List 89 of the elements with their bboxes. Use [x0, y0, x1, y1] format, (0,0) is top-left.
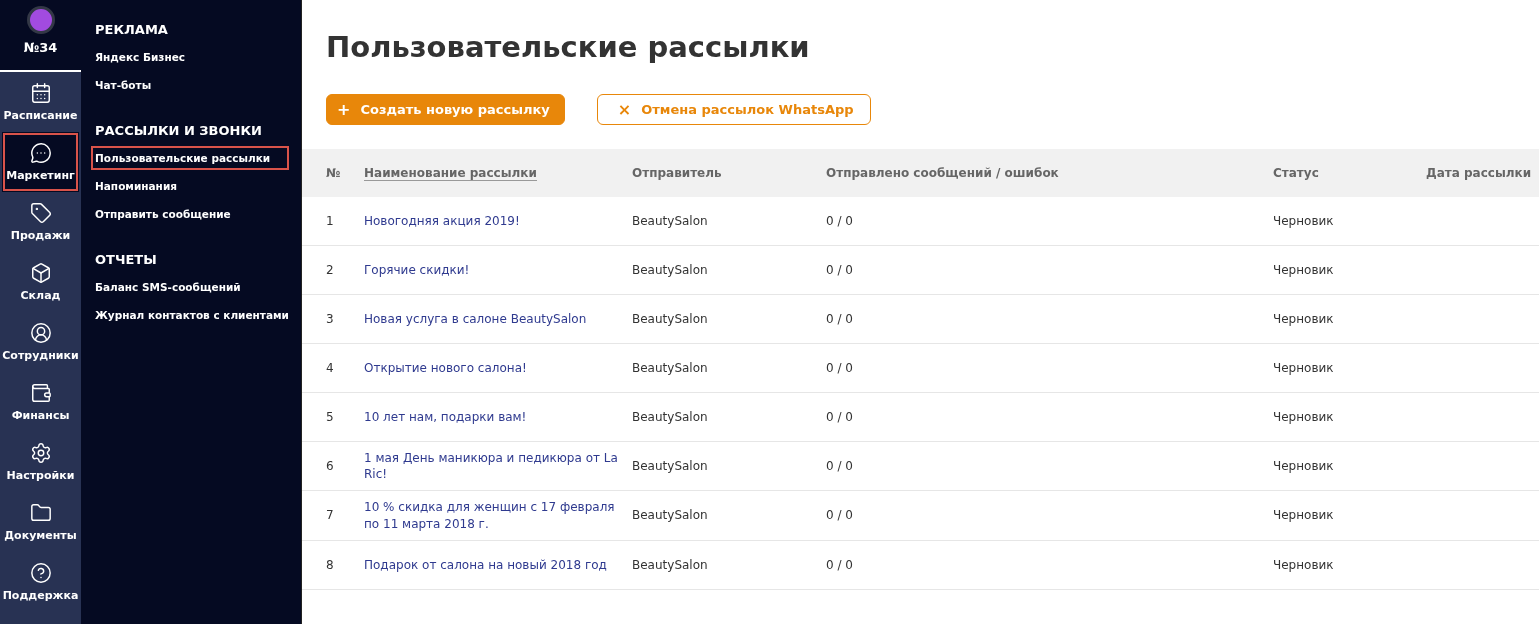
nav-label: Финансы — [11, 409, 70, 422]
row-number: 5 — [302, 393, 364, 442]
wallet-icon — [29, 382, 52, 404]
sender-cell: BeautySalon — [632, 442, 826, 492]
row-number: 1 — [302, 197, 364, 246]
row-number: 7 — [302, 491, 364, 541]
avatar[interactable] — [26, 6, 55, 34]
nav-label: Склад — [20, 289, 61, 302]
nav-label: Поддержка — [2, 589, 79, 602]
nav-label: Продажи — [10, 229, 71, 242]
column-label[interactable]: Наименование рассылки — [364, 165, 537, 181]
status-cell: Черновик — [1273, 393, 1426, 442]
sent-count-cell: 0 / 0 — [826, 295, 1273, 344]
sent-count-cell: 0 / 0 — [826, 491, 1273, 541]
sender-cell: BeautySalon — [632, 295, 826, 344]
chat-bubble-icon — [29, 142, 52, 164]
account-number: №34 — [23, 40, 58, 55]
mailing-link[interactable]: Подарок от салона на новый 2018 год — [364, 556, 607, 573]
status-cell: Черновик — [1273, 344, 1426, 393]
submenu-link[interactable]: Чат-боты — [91, 73, 289, 97]
nav-item[interactable]: Маркетинг — [2, 132, 79, 192]
nav-label: Маркетинг — [6, 169, 75, 182]
row-number: 8 — [302, 540, 364, 590]
sent-count-cell: 0 / 0 — [826, 197, 1273, 246]
submenu-link[interactable]: Пользовательские рассылки — [91, 146, 289, 170]
mailing-link[interactable]: Открытие нового салона! — [364, 359, 527, 377]
mailing-link[interactable]: 1 мая День маникюра и педикюра от La Ric! — [364, 450, 626, 483]
sent-count-cell: 0 / 0 — [826, 393, 1273, 442]
help-icon — [29, 562, 52, 584]
column-label: № — [326, 166, 341, 180]
submenu-link[interactable]: Отправить сообщение — [91, 202, 289, 226]
mailing-link[interactable]: Новогодняя акция 2019! — [364, 212, 520, 230]
row-number: 3 — [302, 295, 364, 344]
status-cell: Черновик — [1273, 246, 1426, 295]
column-header[interactable]: Наименование рассылки — [364, 149, 632, 197]
sent-count-cell: 0 / 0 — [826, 246, 1273, 295]
sent-count-cell: 0 / 0 — [826, 540, 1273, 590]
plus-icon: + — [337, 100, 351, 119]
section-title: РАССЫЛКИ И ЗВОНКИ — [95, 123, 263, 138]
folder-icon — [29, 502, 52, 524]
nav-item[interactable]: Настройки — [0, 432, 81, 492]
column-label: Статус — [1273, 166, 1319, 180]
submenu-link[interactable]: Яндекс Бизнес — [91, 45, 289, 69]
sender-cell: BeautySalon — [632, 393, 826, 442]
submenu-link[interactable]: Напоминания — [91, 174, 289, 198]
calendar-icon — [29, 82, 52, 104]
sent-count-cell: 0 / 0 — [826, 344, 1273, 393]
mailing-link[interactable]: 10 лет нам, подарки вам! — [364, 408, 527, 426]
section-title: ОТЧЕТЫ — [95, 252, 158, 267]
nav-item[interactable]: Склад — [0, 252, 81, 312]
nav-label: Настройки — [6, 469, 75, 482]
row-number: 2 — [302, 246, 364, 295]
nav-item[interactable]: Сотрудники — [0, 312, 81, 372]
nav-label: Документы — [4, 529, 77, 542]
column-label: Отправлено сообщений / ошибок — [826, 166, 1059, 180]
nav-label: Сотрудники — [2, 349, 79, 362]
section-title: РЕКЛАМА — [95, 22, 169, 37]
settings-icon — [29, 442, 52, 464]
nav-item[interactable]: Поддержка — [0, 552, 81, 612]
mailing-link[interactable]: Горячие скидки! — [364, 261, 470, 279]
sender-cell: BeautySalon — [632, 246, 826, 295]
submenu-link[interactable]: Журнал контактов с клиентами — [91, 303, 289, 327]
close-icon: × — [617, 100, 632, 119]
status-cell: Черновик — [1273, 295, 1426, 344]
sender-cell: BeautySalon — [632, 491, 826, 541]
status-cell: Черновик — [1273, 540, 1426, 590]
nav-item[interactable]: Документы — [0, 492, 81, 552]
person-icon — [29, 322, 52, 344]
row-number: 4 — [302, 344, 364, 393]
page-title: Пользовательские рассылки — [326, 30, 811, 64]
status-cell: Черновик — [1273, 491, 1426, 541]
sender-cell: BeautySalon — [632, 344, 826, 393]
submenu-link[interactable]: Баланс SMS-сообщений — [91, 275, 289, 299]
mailing-link[interactable]: Новая услуга в салоне BeautySalon — [364, 310, 587, 328]
nav-item[interactable]: Продажи — [0, 192, 81, 252]
row-number: 6 — [302, 442, 364, 492]
sender-cell: BeautySalon — [632, 540, 826, 590]
column-label: Дата рассылки — [1426, 166, 1532, 180]
sender-cell: BeautySalon — [632, 197, 826, 246]
status-cell: Черновик — [1273, 197, 1426, 246]
tag-icon — [29, 202, 52, 224]
status-cell: Черновик — [1273, 442, 1426, 492]
mailing-link[interactable]: 10 % скидка для женщин с 17 февраля по 11 марта 2018 г. — [364, 499, 626, 532]
nav-item[interactable]: Расписание — [0, 72, 81, 132]
column-label: Отправитель — [632, 166, 722, 180]
nav-label: Расписание — [3, 109, 78, 122]
box-icon — [29, 262, 52, 284]
sent-count-cell: 0 / 0 — [826, 442, 1273, 492]
nav-item[interactable]: Финансы — [0, 372, 81, 432]
